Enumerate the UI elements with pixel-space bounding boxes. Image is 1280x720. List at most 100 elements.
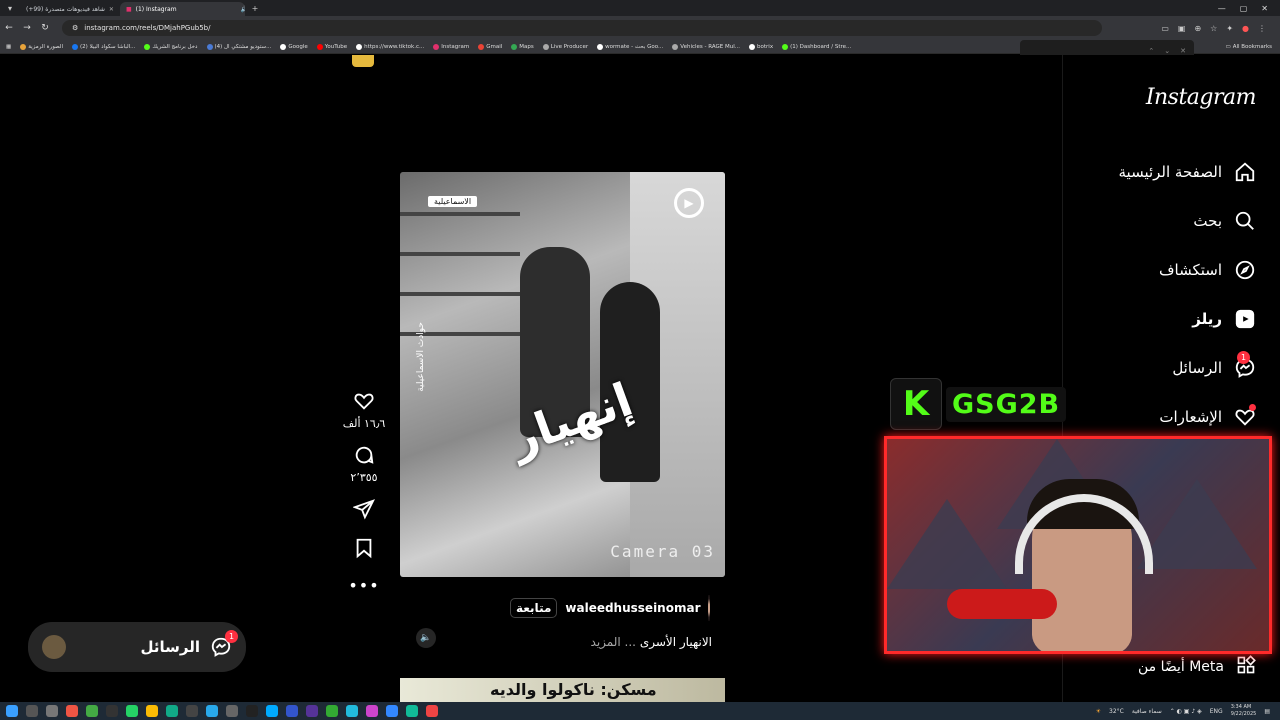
bookmark-item[interactable]: Maps [511, 43, 534, 50]
menu-icon[interactable]: ⋮ [1258, 24, 1266, 33]
close-icon[interactable]: ✕ [1180, 47, 1186, 55]
app-icon[interactable] [86, 705, 98, 717]
tab-search-icon[interactable]: ▾ [0, 1, 20, 15]
app-icon[interactable] [346, 705, 358, 717]
chevron-down-icon[interactable]: ⌄ [1164, 47, 1170, 55]
app-icon[interactable] [306, 705, 318, 717]
bookmark-item[interactable]: Google [280, 43, 308, 50]
bookmark-item[interactable]: https://www.tiktok.c... [356, 43, 424, 50]
foam-panel [1137, 479, 1257, 569]
bookmark-item[interactable]: YouTube [316, 43, 347, 50]
apps-icon[interactable]: ▦ [6, 44, 11, 50]
cast-icon[interactable]: ▭ [1161, 24, 1169, 33]
sidebar-item-search[interactable]: بحث [1193, 210, 1256, 232]
task-view-icon[interactable] [46, 705, 58, 717]
next-reel-preview[interactable]: مسكن: ناكولوا والديه [400, 678, 725, 702]
bookmark-item[interactable]: (1) Dashboard / Stre... [782, 43, 851, 50]
app-icon[interactable] [186, 705, 198, 717]
bookmark-star-icon[interactable]: ☆ [1210, 24, 1217, 33]
heart-icon [353, 390, 375, 415]
browser-tab-active[interactable]: ■ (1) Instagram 🔊 ✕ [119, 2, 245, 16]
sidebar-item-reels[interactable]: ريلز [1192, 308, 1256, 330]
app-icon[interactable] [326, 705, 338, 717]
skype-icon[interactable] [266, 705, 278, 717]
zoom-icon[interactable]: ⊕ [1194, 24, 1201, 33]
minimize-icon[interactable]: — [1218, 4, 1226, 13]
mute-button[interactable]: 🔈 [416, 628, 436, 648]
site-info-icon[interactable]: ⚙ [72, 24, 78, 32]
tiktok-icon [356, 43, 363, 50]
profile-icon[interactable]: ● [1242, 24, 1249, 33]
bookmark-item[interactable]: wormate - بحث Goo... [597, 43, 663, 50]
app-icon[interactable] [106, 705, 118, 717]
messages-pill-label: الرسائل [140, 638, 200, 656]
app-icon[interactable] [166, 705, 178, 717]
comment-button[interactable]: ٢٬٣٥٥ [350, 444, 378, 484]
more-link[interactable]: ... المزيد [591, 635, 636, 649]
chrome-icon[interactable] [146, 705, 158, 717]
browser-tab[interactable]: (+99) شاهد فيديوهات متصدرة ✕ [20, 2, 120, 16]
bookmark-item[interactable]: botrix [749, 43, 773, 50]
bookmark-item[interactable]: الصورة الرمزية [20, 43, 63, 50]
sidebar-item-notifications[interactable]: الإشعارات [1159, 404, 1256, 428]
webcam-overlay [884, 436, 1272, 654]
clock[interactable]: 3:34 AM 9/22/2025 [1231, 704, 1257, 718]
close-window-icon[interactable]: ✕ [1261, 4, 1268, 13]
app-icon[interactable] [406, 705, 418, 717]
forward-icon[interactable]: → [18, 23, 36, 33]
bookmark-item[interactable]: Vehicles - RAGE Mul... [672, 43, 740, 50]
username[interactable]: waleedhusseinomar [565, 601, 700, 615]
reel-video[interactable]: الاسماعيلية ▶ حوادث الاسماعيلية إنهيار C… [400, 172, 725, 577]
instagram-logo[interactable]: Instagram [1146, 85, 1257, 110]
more-options-button[interactable]: ••• [348, 576, 379, 595]
whatsapp-icon[interactable] [126, 705, 138, 717]
bookmark-item[interactable]: (4) ستوديو مشتكي ال... [206, 43, 271, 50]
tab-title: (+99) شاهد فيديوهات متصدرة [26, 5, 105, 13]
obs-icon[interactable] [246, 705, 258, 717]
sidebar-item-label: أيضًا من Meta [1137, 659, 1224, 675]
sidebar-item-home[interactable]: الصفحة الرئيسية [1119, 161, 1257, 183]
tray-icons[interactable]: ⌃ ◐ ▣ ♪ ◈ [1170, 708, 1202, 715]
messages-badge: 1 [1237, 351, 1250, 364]
sidebar-item-messages[interactable]: 1 الرسائل [1172, 351, 1256, 379]
sidebar-item-explore[interactable]: استكشاف [1159, 259, 1256, 281]
bookmark-item[interactable]: Gmail [478, 43, 502, 50]
app-icon[interactable] [66, 705, 78, 717]
save-button[interactable] [353, 537, 375, 562]
bookmark-item[interactable]: دخل برنامج الشريك [144, 43, 198, 50]
bookmark-item[interactable]: Instagram [433, 43, 469, 50]
windows-start-icon[interactable] [6, 705, 18, 717]
all-bookmarks[interactable]: ▭ All Bookmarks [1226, 44, 1280, 50]
share-button[interactable] [352, 498, 375, 523]
notifications-icon[interactable]: ▤ [1264, 708, 1270, 715]
app-icon[interactable] [226, 705, 238, 717]
maximize-icon[interactable]: ▢ [1240, 4, 1248, 13]
avatar[interactable] [708, 595, 710, 621]
language[interactable]: ENG [1210, 708, 1223, 715]
search-icon[interactable] [26, 705, 38, 717]
close-tab-icon[interactable]: ✕ [109, 6, 114, 13]
follow-button[interactable]: متابعة [510, 598, 558, 618]
back-icon[interactable]: ← [0, 23, 18, 33]
sidebar-item-meta[interactable]: أيضًا من Meta [1138, 655, 1256, 679]
app-icon[interactable] [366, 705, 378, 717]
new-tab-button[interactable]: + [245, 1, 265, 15]
chrome-icon[interactable] [426, 705, 438, 717]
messages-pill[interactable]: الرسائل 1 [28, 622, 246, 672]
sidebar-item-label: الإشعارات [1159, 408, 1222, 426]
extensions-icon[interactable]: ✦ [1226, 24, 1233, 33]
bookmark-item[interactable]: Live Producer [542, 43, 588, 50]
like-count: ١٦٫٦ ألف [342, 417, 386, 430]
reload-icon[interactable]: ↻ [36, 23, 54, 33]
stream-brand-overlay: K GSG2B [890, 378, 1067, 430]
chevron-up-icon[interactable]: ⌃ [1148, 47, 1154, 55]
play-icon[interactable]: ▶ [674, 188, 704, 218]
app-icon[interactable] [286, 705, 298, 717]
translate-icon[interactable]: ▣ [1178, 24, 1186, 33]
address-bar[interactable]: ⚙ instagram.com/reels/DMjahPGub5b/ [62, 20, 1102, 36]
telegram-icon[interactable] [206, 705, 218, 717]
bookmark-item[interactable]: (2) الباشا سكواد البيلا... [72, 43, 135, 50]
like-button[interactable]: ١٦٫٦ ألف [342, 390, 386, 430]
app-icon[interactable] [386, 705, 398, 717]
messenger-icon: 1 [210, 630, 238, 658]
